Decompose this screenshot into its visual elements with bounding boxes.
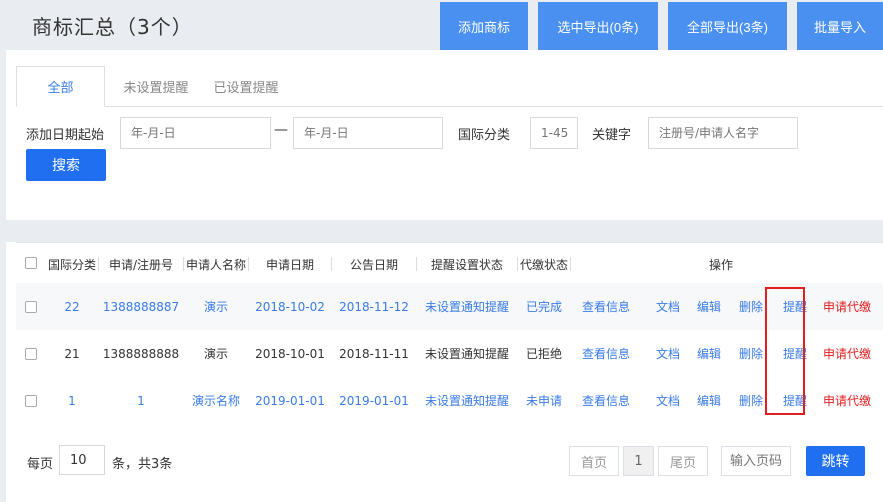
tab-no-reminder[interactable]: 未设置提醒 (116, 66, 196, 107)
table-row: 22 1388888887 演示 2018-10-02 2018-11-12 未… (16, 283, 883, 330)
apply-payment-link[interactable]: 申请代缴 (819, 283, 875, 330)
cell-pay-status: 已拒绝 (525, 347, 562, 361)
date-start-input[interactable] (120, 117, 271, 149)
edit-link[interactable]: 编辑 (689, 283, 729, 330)
tab-reminder-set[interactable]: 已设置提醒 (206, 66, 286, 107)
cell-remind-status: 未设置通知提醒 (424, 347, 509, 361)
per-page-input[interactable] (59, 445, 105, 475)
col-reg-no: 申请/注册号 (108, 257, 174, 272)
col-applicant: 申请人名称 (185, 257, 246, 272)
export-selected-button[interactable]: 选中导出(0条) (538, 2, 658, 50)
col-class: 国际分类 (47, 257, 96, 272)
cell-apply-date[interactable]: 2018-10-02 (249, 283, 331, 330)
table-row: 21 1388888888 演示 2018-10-01 2018-11-11 未… (16, 330, 883, 377)
cell-reg-no: 1388888888 (102, 346, 180, 361)
total-count-label: 条，共3条 (112, 457, 173, 472)
documents-link[interactable]: 文档 (648, 283, 688, 330)
cell-notice-date: 2018-11-11 (339, 346, 409, 361)
table-panel: 国际分类 申请/注册号 申请人名称 申请日期 公告日期 提醒设置状态 代缴状态 … (6, 242, 883, 502)
page-number-input[interactable] (721, 446, 791, 476)
date-end-input[interactable] (293, 117, 443, 149)
row-checkbox[interactable] (25, 348, 37, 360)
edit-link[interactable]: 编辑 (689, 330, 729, 377)
col-pay-status: 代缴状态 (519, 257, 568, 272)
tab-bar: 全部 未设置提醒 已设置提醒 (16, 66, 883, 107)
select-all-checkbox[interactable] (25, 257, 37, 269)
cell-remind-status[interactable]: 未设置通知提醒 (417, 377, 517, 424)
cell-class: 21 (64, 346, 80, 361)
search-button[interactable]: 搜索 (26, 149, 106, 181)
view-info-link[interactable]: 查看信息 (578, 283, 634, 330)
col-notice-date: 公告日期 (349, 257, 398, 272)
table-row: 1 1 演示名称 2019-01-01 2019-01-01 未设置通知提醒 未… (16, 377, 883, 424)
per-page-label: 每页 (27, 457, 54, 472)
edit-link[interactable]: 编辑 (689, 377, 729, 424)
date-start-label: 添加日期起始 (26, 128, 105, 143)
tab-all[interactable]: 全部 (16, 66, 105, 107)
add-trademark-button[interactable]: 添加商标 (440, 2, 528, 50)
cell-notice-date[interactable]: 2018-11-12 (332, 283, 416, 330)
cell-class[interactable]: 1 (46, 377, 98, 424)
documents-link[interactable]: 文档 (648, 377, 688, 424)
first-page-button[interactable]: 首页 (569, 446, 619, 476)
cell-reg-no[interactable]: 1 (99, 377, 183, 424)
cell-apply-date: 2018-10-01 (255, 346, 325, 361)
col-apply-date: 申请日期 (265, 257, 314, 272)
keyword-input[interactable] (648, 117, 798, 149)
cell-class[interactable]: 22 (46, 283, 98, 330)
cell-pay-status[interactable]: 已完成 (518, 283, 570, 330)
page-header: 商标汇总（3个） 添加商标 选中导出(0条) 全部导出(3条) 批量导入 (0, 0, 883, 50)
cell-pay-status[interactable]: 未申请 (518, 377, 570, 424)
cell-apply-date[interactable]: 2019-01-01 (249, 377, 331, 424)
row-checkbox[interactable] (25, 301, 37, 313)
col-remind-status: 提醒设置状态 (430, 257, 503, 272)
highlight-box (765, 287, 805, 415)
page-title: 商标汇总（3个） (32, 15, 193, 39)
keyword-label: 关键字 (592, 128, 632, 143)
cell-applicant[interactable]: 演示名称 (184, 377, 248, 424)
class-label: 国际分类 (458, 128, 511, 143)
jump-button[interactable]: 跳转 (806, 446, 865, 476)
apply-payment-link[interactable]: 申请代缴 (819, 330, 875, 377)
search-panel: 全部 未设置提醒 已设置提醒 添加日期起始 — 国际分类 关键字 搜索 (6, 50, 883, 220)
apply-payment-link[interactable]: 申请代缴 (819, 377, 875, 424)
col-actions: 操作 (708, 257, 733, 272)
batch-import-button[interactable]: 批量导入 (797, 2, 883, 50)
cell-remind-status[interactable]: 未设置通知提醒 (417, 283, 517, 330)
cell-reg-no[interactable]: 1388888887 (99, 283, 183, 330)
view-info-link[interactable]: 查看信息 (578, 330, 634, 377)
cell-notice-date[interactable]: 2019-01-01 (332, 377, 416, 424)
class-input[interactable] (530, 117, 578, 149)
view-info-link[interactable]: 查看信息 (578, 377, 634, 424)
cell-applicant[interactable]: 演示 (184, 283, 248, 330)
table-header: 国际分类 申请/注册号 申请人名称 申请日期 公告日期 提醒设置状态 代缴状态 … (16, 242, 883, 284)
date-separator: — (274, 122, 288, 138)
cell-applicant: 演示 (203, 347, 228, 361)
row-checkbox[interactable] (25, 395, 37, 407)
export-all-button[interactable]: 全部导出(3条) (668, 2, 787, 50)
documents-link[interactable]: 文档 (648, 330, 688, 377)
current-page-button[interactable]: 1 (623, 446, 654, 476)
last-page-button[interactable]: 尾页 (658, 446, 708, 476)
